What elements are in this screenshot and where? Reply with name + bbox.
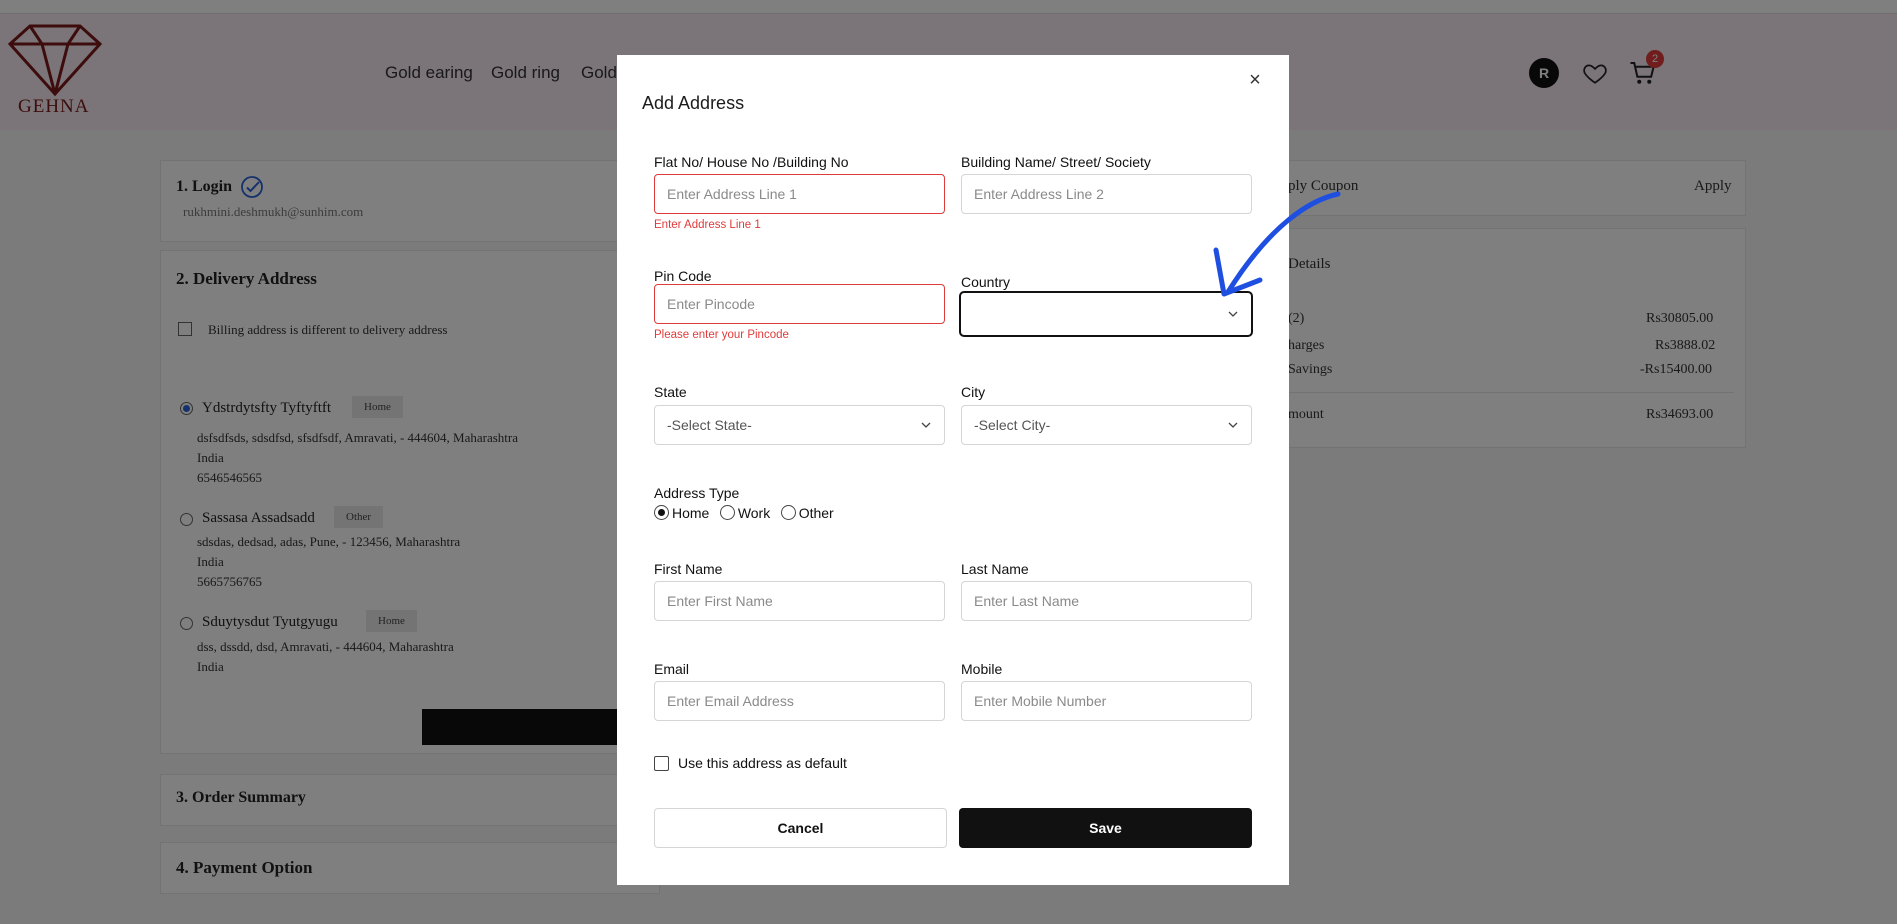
email-label: Email bbox=[654, 661, 690, 677]
pincode-error: Please enter your Pincode bbox=[654, 329, 789, 341]
close-icon[interactable]: × bbox=[1244, 69, 1266, 91]
address-type-other-radio[interactable] bbox=[780, 505, 796, 521]
address-type-home-radio[interactable] bbox=[654, 505, 669, 521]
last-name-label: Last Name bbox=[961, 561, 1029, 577]
annotation-arrow-icon bbox=[1213, 191, 1341, 297]
default-address-checkbox[interactable] bbox=[654, 756, 669, 771]
address-line2-label: Building Name/ Street/ Society bbox=[961, 154, 1151, 170]
state-label: State bbox=[654, 384, 687, 400]
email-input[interactable] bbox=[654, 681, 945, 721]
add-address-modal: Add Address × Flat No/ House No /Buildin… bbox=[617, 55, 1289, 885]
address-line1-error: Enter Address Line 1 bbox=[654, 219, 761, 231]
first-name-label: First Name bbox=[654, 561, 723, 577]
address-type-work-label: Work bbox=[737, 504, 771, 521]
chevron-down-icon bbox=[1228, 422, 1238, 428]
city-select[interactable]: -Select City- bbox=[961, 405, 1252, 445]
first-name-input[interactable] bbox=[654, 581, 945, 621]
last-name-input[interactable] bbox=[961, 581, 1252, 621]
save-button[interactable]: Save bbox=[959, 808, 1252, 848]
mobile-input[interactable] bbox=[961, 681, 1252, 721]
address-type-home-label: Home bbox=[672, 504, 710, 521]
address-type-work-radio[interactable] bbox=[719, 505, 735, 521]
state-select-value: -Select State- bbox=[667, 417, 752, 433]
country-label: Country bbox=[961, 274, 1011, 290]
address-type-label: Address Type bbox=[654, 485, 740, 501]
pincode-label: Pin Code bbox=[654, 268, 712, 284]
address-type-other-label: Other bbox=[798, 504, 834, 521]
address-line1-label: Flat No/ House No /Building No bbox=[654, 154, 849, 170]
chevron-down-icon bbox=[921, 422, 931, 428]
modal-title: Add Address bbox=[642, 93, 745, 113]
default-address-label: Use this address as default bbox=[678, 755, 847, 771]
state-select[interactable]: -Select State- bbox=[654, 405, 945, 445]
address-type-group: Home Work Other bbox=[654, 504, 840, 522]
address-line1-input[interactable] bbox=[654, 174, 945, 214]
city-select-value: -Select City- bbox=[974, 417, 1051, 433]
cancel-button[interactable]: Cancel bbox=[654, 808, 947, 848]
mobile-label: Mobile bbox=[961, 661, 1003, 677]
pincode-input[interactable] bbox=[654, 284, 945, 324]
city-label: City bbox=[961, 384, 986, 400]
